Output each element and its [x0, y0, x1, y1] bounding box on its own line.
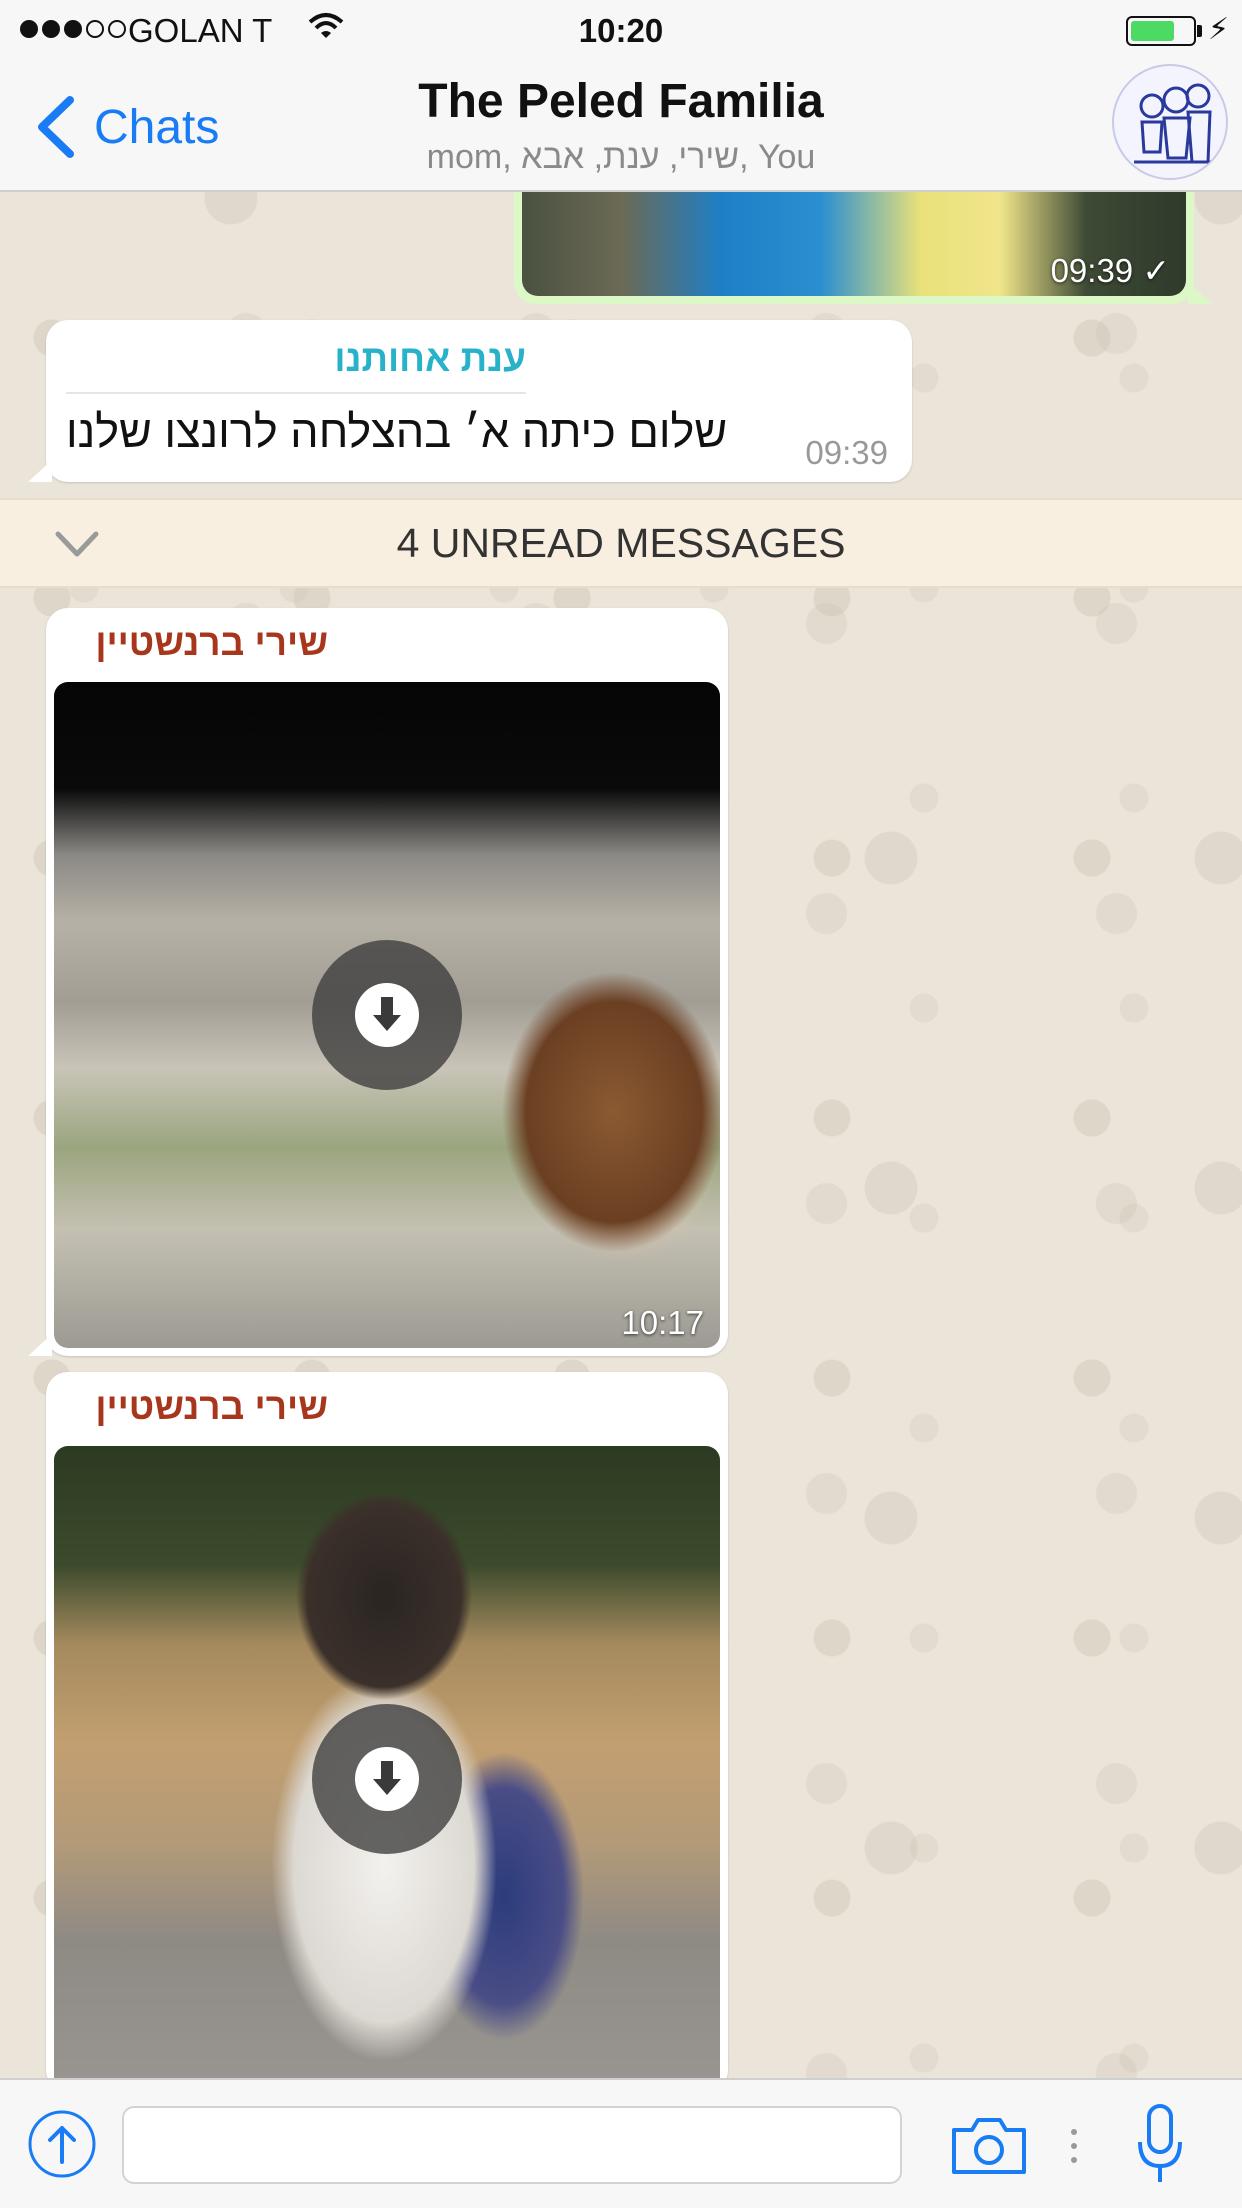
sender-name[interactable]: שירי ברנשטיין: [68, 1386, 328, 1428]
charging-icon: ⚡: [1208, 13, 1230, 46]
message-input-bar: [0, 2078, 1242, 2208]
message-input[interactable]: [122, 2106, 902, 2184]
bubble-tail: [1188, 282, 1212, 304]
unread-label: 4 UNREAD MESSAGES: [396, 520, 846, 566]
sender-divider: [66, 392, 526, 394]
divider-dots: [1071, 2129, 1077, 2163]
battery-icon: [1126, 16, 1196, 46]
share-icon[interactable]: [26, 2108, 98, 2180]
microphone-icon[interactable]: [1134, 2102, 1186, 2188]
download-icon: [355, 983, 419, 1047]
bubble-tail: [28, 1334, 52, 1356]
chat-members[interactable]: mom, שירי, ענת, אבא, You: [0, 138, 1242, 177]
download-button[interactable]: [312, 1704, 462, 1854]
unread-messages-banner: 4 UNREAD MESSAGES: [0, 498, 1242, 588]
image-message-bubble[interactable]: שירי ברנשטיין: [46, 1372, 728, 2106]
message-time: 09:39 ✓: [1050, 252, 1170, 289]
blurred-image-preview[interactable]: 10:17: [54, 682, 720, 1348]
sent-check-icon: ✓: [1142, 252, 1170, 289]
message-time: 09:39: [805, 434, 888, 471]
camera-icon[interactable]: [950, 2114, 1028, 2176]
chat-title[interactable]: The Peled Familia: [0, 74, 1242, 129]
sender-name[interactable]: שירי ברנשטיין: [68, 622, 328, 664]
status-bar: GOLAN T 10:20 ⚡: [0, 0, 1242, 62]
message-time: 10:17: [621, 1304, 704, 1341]
outgoing-photo-message[interactable]: 09:39 ✓: [514, 192, 1212, 304]
message-text: שלום כיתה א׳ בהצלחה לרונצו שלנו: [66, 406, 728, 457]
image-message-bubble[interactable]: שירי ברנשטיין 10:17: [28, 608, 728, 1356]
download-button[interactable]: [312, 940, 462, 1090]
group-avatar[interactable]: [1112, 64, 1228, 180]
text-message-bubble[interactable]: ענת אחותנו שלום כיתה א׳ בהצלחה לרונצו של…: [28, 320, 912, 482]
status-time: 10:20: [578, 12, 664, 49]
battery-tip: [1197, 25, 1202, 37]
blurred-image-preview[interactable]: [54, 1446, 720, 2106]
bubble-tail: [28, 460, 52, 482]
nav-bar: Chats The Peled Familia mom, שירי, ענת, …: [0, 62, 1242, 192]
download-icon: [355, 1747, 419, 1811]
sender-name[interactable]: ענת אחותנו: [66, 338, 526, 380]
outgoing-photo[interactable]: 09:39 ✓: [522, 192, 1186, 296]
